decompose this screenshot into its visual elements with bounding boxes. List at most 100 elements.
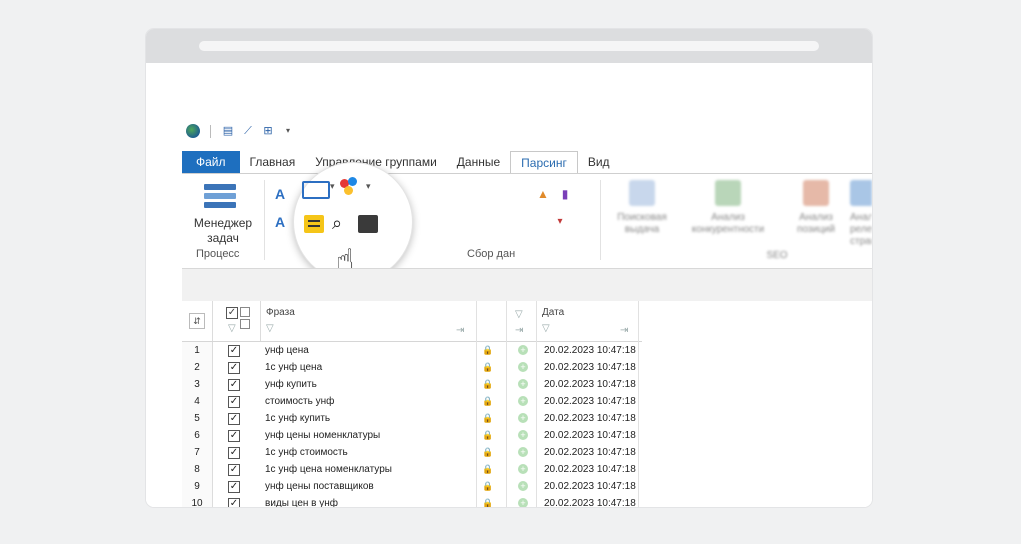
table-row[interactable]: 8 ✓ 1с унф цена номенклатуры 🔒 +20.02.2023 1… — [182, 461, 642, 479]
chart-icon[interactable]: ▲ — [535, 186, 551, 202]
row-date: 20.02.2023 10:47:18 — [544, 430, 636, 441]
lock-icon[interactable]: 🔒 — [482, 362, 493, 373]
add-icon[interactable]: + — [518, 447, 528, 457]
add-icon[interactable]: + — [518, 379, 528, 389]
lock-icon[interactable]: 🔒 — [482, 396, 493, 407]
lock-icon[interactable]: 🔒 — [482, 498, 493, 507]
window-search-icon[interactable] — [302, 181, 330, 199]
date-pin-icon[interactable]: ⇥ — [620, 325, 628, 336]
header-mini-icon[interactable] — [240, 307, 250, 317]
row-date: 20.02.2023 10:47:18 — [544, 498, 636, 507]
status-pin-icon[interactable]: ⇥ — [515, 325, 523, 336]
date-filter-icon[interactable]: ▽ — [542, 323, 550, 334]
column-date[interactable]: Дата ▽ ⇥ — [536, 301, 639, 341]
add-icon[interactable]: + — [518, 396, 528, 406]
row-checkbox[interactable]: ✓ — [228, 379, 240, 391]
table-row[interactable]: 9 ✓ унф цены поставщиков 🔒 +20.02.2023 10:47… — [182, 478, 642, 496]
table-row[interactable]: 7 ✓ 1с унф стоимость 🔒 +20.02.2023 10:47:18 — [182, 444, 642, 462]
group-label-process: Процесс — [196, 248, 240, 260]
lock-icon[interactable]: 🔒 — [482, 447, 493, 458]
address-bar[interactable] — [199, 41, 819, 51]
row-phrase: унф цены номенклатуры — [265, 430, 381, 441]
row-number: 7 — [182, 444, 213, 462]
row-phrase: унф купить — [265, 379, 317, 390]
tab-view[interactable]: Вид — [578, 151, 620, 173]
lock-icon[interactable]: 🔒 — [482, 413, 493, 424]
row-checkbox[interactable]: ✓ — [228, 430, 240, 442]
notes-icon[interactable] — [304, 215, 324, 233]
lock-icon[interactable]: 🔒 — [482, 430, 493, 441]
tab-file[interactable]: Файл — [182, 151, 240, 173]
table-row[interactable]: 4 ✓ стоимость унф 🔒 +20.02.2023 10:47:18 — [182, 393, 642, 411]
table-row[interactable]: 1 ✓ унф цена 🔒 +20.02.2023 10:47:18 — [182, 342, 642, 360]
ribbon-tabs: Файл Главная Управление группами Данные … — [182, 151, 620, 175]
phrases-table: ⇵ ✓ ▽ Фраза ▽ ⇥ ▽ ⇥ Дата ▽ ⇥ 1 ✓ унф цен… — [182, 301, 872, 507]
row-checkbox[interactable]: ✓ — [228, 498, 240, 507]
quick-access-toolbar: ▤ ⟋ ⊞ ▾ — [186, 122, 295, 140]
row-date: 20.02.2023 10:47:18 — [544, 447, 636, 458]
header-mini-icon-2[interactable] — [240, 319, 250, 329]
colored-dots-icon[interactable] — [340, 177, 360, 197]
row-checkbox[interactable]: ✓ — [228, 396, 240, 408]
row-checkbox[interactable]: ✓ — [228, 447, 240, 459]
row-checkbox[interactable]: ✓ — [228, 481, 240, 493]
row-checkbox[interactable]: ✓ — [228, 413, 240, 425]
lock-icon[interactable]: 🔒 — [482, 345, 493, 356]
lock-icon[interactable]: 🔒 — [482, 481, 493, 492]
row-checkbox[interactable]: ✓ — [228, 464, 240, 476]
add-icon[interactable]: + — [518, 464, 528, 474]
table-row[interactable]: 2 ✓ 1с унф цена 🔒 +20.02.2023 10:47:18 — [182, 359, 642, 377]
search-icon[interactable]: ⌕ — [332, 213, 342, 234]
table-row[interactable]: 10 ✓ виды цен в унф 🔒 +20.02.2023 10:47:18 — [182, 495, 642, 507]
relevant-pages-button[interactable]: Анализ релевантных страниц — [850, 180, 872, 248]
table-row[interactable]: 5 ✓ 1с унф купить 🔒 +20.02.2023 10:47:18 — [182, 410, 642, 428]
app-window: ▤ ⟋ ⊞ ▾ Файл Главная Управление группами… — [146, 63, 872, 507]
row-number: 8 — [182, 461, 213, 479]
competition-analysis-button[interactable]: Анализ конкурентности — [680, 180, 776, 236]
tab-home[interactable]: Главная — [240, 151, 306, 173]
phrase-filter-icon[interactable]: ▽ — [266, 323, 274, 334]
status-filter-icon[interactable]: ▽ — [515, 309, 523, 320]
column-settings-icon[interactable]: ⇵ — [189, 313, 205, 329]
row-date: 20.02.2023 10:47:18 — [544, 362, 636, 373]
table-icon[interactable]: ▤ — [221, 125, 235, 137]
add-icon[interactable]: + — [518, 481, 528, 491]
positions-analysis-button[interactable]: Анализ позиций — [780, 180, 852, 236]
filter-strip — [182, 268, 872, 303]
monitor-icon[interactable] — [358, 215, 378, 233]
lock-icon[interactable]: 🔒 — [482, 464, 493, 475]
row-phrase: унф цены поставщиков — [265, 481, 374, 492]
tab-data[interactable]: Данные — [447, 151, 510, 173]
row-phrase: 1с унф цена номенклатуры — [265, 464, 392, 475]
row-phrase: 1с унф купить — [265, 413, 331, 424]
add-icon[interactable]: + — [518, 362, 528, 372]
more-tools-icon[interactable]: ▾ — [552, 214, 568, 230]
select-all-checkbox[interactable]: ✓ — [226, 307, 238, 319]
browser-window: ▤ ⟋ ⊞ ▾ Файл Главная Управление группами… — [146, 29, 872, 507]
add-icon[interactable]: + — [518, 345, 528, 355]
customize-dropdown-icon[interactable]: ▾ — [281, 125, 295, 137]
column-phrase[interactable]: Фраза ▽ ⇥ — [260, 301, 477, 341]
yandex-direct-icon[interactable]: A — [272, 214, 288, 230]
lock-icon[interactable]: 🔒 — [482, 379, 493, 390]
dropdown-arrow-icon[interactable]: ▾ — [330, 181, 335, 192]
bar-chart-icon[interactable]: ▮ — [557, 186, 573, 202]
add-icon[interactable]: + — [518, 498, 528, 507]
row-checkbox[interactable]: ✓ — [228, 345, 240, 357]
yandex-wordstat-icon[interactable]: A — [272, 186, 288, 202]
pin-icon[interactable]: ⇥ — [456, 325, 464, 336]
row-checkbox[interactable]: ✓ — [228, 362, 240, 374]
search-results-button[interactable]: Поисковая выдача — [606, 180, 678, 236]
dropdown-arrow-icon-2[interactable]: ▾ — [366, 181, 371, 192]
task-manager-icon[interactable] — [204, 184, 236, 210]
add-icon[interactable]: + — [518, 430, 528, 440]
row-date: 20.02.2023 10:47:18 — [544, 379, 636, 390]
add-icon[interactable]: + — [518, 413, 528, 423]
filter-icon[interactable]: ▽ — [228, 323, 236, 334]
wand-icon[interactable]: ⟋ — [241, 125, 255, 137]
task-manager-button[interactable]: Менеджер задач — [186, 216, 260, 246]
table-row[interactable]: 6 ✓ унф цены номенклатуры 🔒 +20.02.2023 10:4… — [182, 427, 642, 445]
tab-parsing[interactable]: Парсинг — [510, 151, 578, 175]
table-row[interactable]: 3 ✓ унф купить 🔒 +20.02.2023 10:47:18 — [182, 376, 642, 394]
grid-icon[interactable]: ⊞ — [261, 125, 275, 137]
